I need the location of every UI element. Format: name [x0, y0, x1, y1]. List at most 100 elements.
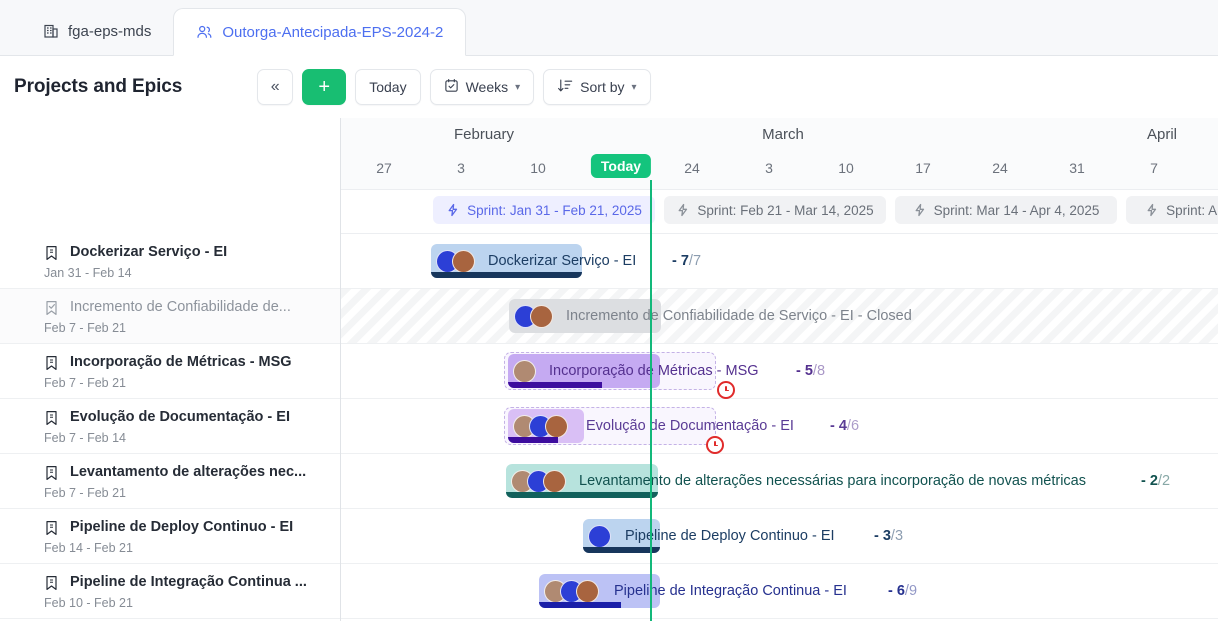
gantt-bar-issue-count: - 3/3 [874, 519, 903, 553]
timeline-month-label: March [762, 126, 804, 143]
epic-icon [44, 575, 60, 591]
sprint-label: Sprint: Feb 21 - Mar 14, 2025 [697, 202, 874, 218]
sprint-bolt-icon [676, 203, 690, 217]
today-marker-pill[interactable]: Today [590, 154, 652, 178]
sort-by-label: Sort by [580, 79, 625, 95]
assignee-avatars[interactable] [513, 359, 536, 383]
sidebar-task-dates: Feb 7 - Feb 21 [44, 321, 126, 335]
gantt-bar[interactable] [508, 409, 584, 443]
sprint-label: Sprint: Apr 4 - Apr 25, 2025 [1166, 202, 1218, 218]
timeline-day-label: 10 [530, 160, 546, 176]
sidebar-header-spacer [0, 118, 340, 234]
tab-fga-eps-mds[interactable]: fga-eps-mds [20, 7, 173, 55]
tab-bar: fga-eps-mds Outorga-Antecipada-EPS-2024-… [0, 0, 1218, 56]
gantt-bar[interactable] [509, 299, 661, 333]
avatar [530, 304, 553, 328]
sidebar-task-dates: Feb 7 - Feb 21 [44, 376, 126, 390]
sidebar-task-dates: Feb 10 - Feb 21 [44, 596, 133, 610]
sidebar-task-name: Incorporação de Métricas - MSG [70, 354, 292, 370]
assignee-avatars[interactable] [513, 414, 568, 438]
sidebar-task-list: Dockerizar Serviço - EI Jan 31 - Feb 14 In… [0, 234, 340, 619]
toolbar-buttons: « + Today Weeks ▾ Sort by ▾ [257, 69, 651, 105]
timeline-day-label: 3 [765, 160, 773, 176]
sprint-chip[interactable]: Sprint: Feb 21 - Mar 14, 2025 [664, 196, 886, 224]
chevron-down-icon: ▾ [631, 81, 637, 93]
today-marker-line [650, 180, 652, 621]
task-sidebar: Dockerizar Serviço - EI Jan 31 - Feb 14 In… [0, 118, 341, 621]
timeline-day-label: 24 [684, 160, 700, 176]
building-icon [42, 23, 59, 40]
today-button[interactable]: Today [355, 69, 421, 105]
sidebar-task-name: Pipeline de Deploy Continuo - EI [70, 519, 294, 535]
gantt-bar-progress [508, 382, 603, 388]
sidebar-task-row[interactable]: Evolução de Documentação - EI Feb 7 - Feb… [0, 399, 340, 454]
add-button[interactable]: + [302, 69, 347, 105]
sprint-bolt-icon [913, 203, 927, 217]
sort-desc-icon [557, 78, 573, 96]
tab-label: fga-eps-mds [68, 22, 152, 40]
collapse-sidebar-button[interactable]: « [257, 69, 294, 105]
page-title: Projects and Epics [14, 76, 183, 97]
sort-by-select[interactable]: Sort by ▾ [543, 69, 651, 105]
sidebar-task-dates: Jan 31 - Feb 14 [44, 266, 132, 280]
sidebar-task-row[interactable]: Pipeline de Deploy Continuo - EI Feb 14 -… [0, 509, 340, 564]
issue-count-done: - 2 [1141, 473, 1158, 489]
timeline-day-label: 24 [992, 160, 1008, 176]
gantt-bar[interactable] [583, 519, 660, 553]
sidebar-task-name: Incremento de Confiabilidade de... [70, 299, 291, 315]
gantt-bar[interactable] [539, 574, 660, 608]
gantt-bar-progress [508, 437, 559, 443]
calendar-check-icon [444, 78, 459, 96]
assignee-avatars[interactable] [436, 249, 475, 273]
sprint-chip[interactable]: Sprint: Jan 31 - Feb 21, 2025 [433, 196, 655, 224]
avatar [576, 579, 599, 603]
zoom-level-label: Weeks [465, 79, 509, 95]
issue-count-done: - 7 [672, 253, 689, 269]
gantt-bar-progress [431, 272, 582, 278]
gantt-bar[interactable] [506, 464, 658, 498]
collapse-chevrons-icon: « [270, 78, 280, 95]
issue-count-total: /9 [904, 583, 918, 599]
gantt-bar-issue-count: - 4/6 [830, 409, 859, 443]
assignee-avatars[interactable] [544, 579, 599, 603]
sidebar-task-row[interactable]: Incremento de Confiabilidade de... Feb 7 … [0, 289, 340, 344]
sidebar-task-dates: Feb 7 - Feb 14 [44, 431, 126, 445]
avatar [452, 249, 475, 273]
avatar [543, 469, 566, 493]
gantt-bar-issue-count: - 6/9 [888, 574, 917, 608]
gantt-bar[interactable] [431, 244, 582, 278]
assignee-avatars[interactable] [588, 524, 611, 548]
sprint-chip[interactable]: Sprint: Mar 14 - Apr 4, 2025 [895, 196, 1117, 224]
zoom-level-select[interactable]: Weeks ▾ [429, 69, 535, 105]
sprint-label: Sprint: Jan 31 - Feb 21, 2025 [467, 202, 642, 218]
toolbar: Projects and Epics « + Today Weeks ▾ Sor… [0, 56, 1218, 118]
gantt-bar-progress [539, 602, 622, 608]
sprint-bolt-icon [446, 203, 460, 217]
issue-count-done: - 5 [796, 363, 813, 379]
sidebar-task-row[interactable]: Incorporação de Métricas - MSG Feb 7 - Fe… [0, 344, 340, 399]
sidebar-task-name: Pipeline de Integração Continua ... [70, 574, 307, 590]
assignee-avatars[interactable] [511, 469, 566, 493]
sidebar-task-dates: Feb 7 - Feb 21 [44, 486, 126, 500]
issue-count-done: - 4 [830, 418, 847, 434]
sidebar-task-row[interactable]: Levantamento de alterações nec... Feb 7 -… [0, 454, 340, 509]
issue-count-done: - 3 [874, 528, 891, 544]
sprint-chip[interactable]: Sprint: Apr 4 - Apr 25, 2025 [1126, 196, 1218, 224]
tab-outorga-antecipada[interactable]: Outorga-Antecipada-EPS-2024-2 [173, 8, 467, 56]
issue-count-total: /2 [1157, 473, 1171, 489]
timeline-day-label: 7 [1150, 160, 1158, 176]
overdue-clock-icon [717, 381, 735, 399]
gantt-bar-issue-count: - 7/7 [672, 244, 701, 278]
gantt-bar[interactable] [508, 354, 660, 388]
sidebar-task-row[interactable]: Dockerizar Serviço - EI Jan 31 - Feb 14 [0, 234, 340, 289]
epic-icon [44, 410, 60, 426]
chevron-down-icon: ▾ [515, 81, 521, 93]
overdue-clock-icon [706, 436, 724, 454]
issue-count-total: /8 [812, 363, 826, 379]
sidebar-task-name: Dockerizar Serviço - EI [70, 244, 228, 260]
issue-count-total: /3 [890, 528, 904, 544]
sidebar-task-row[interactable]: Pipeline de Integração Continua ... Feb 1… [0, 564, 340, 619]
timeline-day-label: 17 [915, 160, 931, 176]
today-button-label: Today [369, 79, 407, 95]
assignee-avatars[interactable] [514, 304, 553, 328]
